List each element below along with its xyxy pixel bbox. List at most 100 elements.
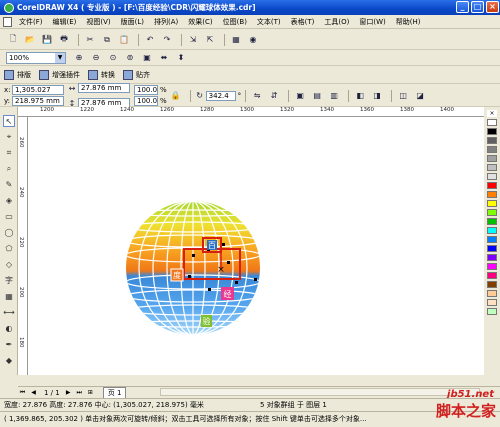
close-button[interactable]: × <box>486 1 499 13</box>
enhance-plugin-button[interactable]: 增强插件 <box>39 70 80 80</box>
drawing-canvas[interactable]: × 百 度 经 验 <box>28 117 484 375</box>
menu-edit[interactable]: 编辑(E) <box>48 17 82 27</box>
eyedropper-tool-icon[interactable]: ✒ <box>3 339 15 351</box>
color-swatch[interactable] <box>487 209 497 216</box>
new-icon[interactable]: 🗋 <box>6 33 20 47</box>
lock-ratio-icon[interactable]: 🔒 <box>169 89 183 103</box>
interactive-blend-tool-icon[interactable]: ◐ <box>3 323 15 335</box>
first-page-icon[interactable]: ⏮ <box>18 388 27 397</box>
zoom-select[interactable]: 100% ▼ <box>6 51 66 64</box>
import-icon[interactable]: ⇲ <box>186 33 200 47</box>
text-tool-icon[interactable]: 字 <box>3 275 15 287</box>
copy-icon[interactable]: ⧉ <box>100 33 114 47</box>
color-swatch[interactable] <box>487 155 497 162</box>
color-swatch[interactable] <box>487 299 497 306</box>
minimize-button[interactable]: _ <box>456 1 469 13</box>
ungroup-icon[interactable]: ▤ <box>310 89 324 103</box>
color-swatch[interactable] <box>487 173 497 180</box>
undo-icon[interactable]: ↶ <box>143 33 157 47</box>
menu-arrange[interactable]: 排列(A) <box>149 17 183 27</box>
freehand-tool-icon[interactable]: ✎ <box>3 179 15 191</box>
add-page-icon[interactable]: ⊞ <box>86 388 95 397</box>
convert-plugin-button[interactable]: 转换 <box>88 70 115 80</box>
menu-effects[interactable]: 效果(C) <box>183 17 217 27</box>
menu-text[interactable]: 文本(T) <box>252 17 286 27</box>
restore-button[interactable]: □ <box>471 1 484 13</box>
polygon-tool-icon[interactable]: ⬠ <box>3 243 15 255</box>
menu-window[interactable]: 窗口(W) <box>354 17 390 27</box>
menu-view[interactable]: 视图(V) <box>81 17 115 27</box>
document-icon[interactable] <box>3 17 12 27</box>
color-swatch[interactable] <box>487 236 497 243</box>
layout-plugin-button[interactable]: 排版 <box>4 70 31 80</box>
basic-shapes-tool-icon[interactable]: ◇ <box>3 259 15 271</box>
corel-online-icon[interactable]: ◉ <box>246 33 260 47</box>
menu-table[interactable]: 表格(T) <box>286 17 320 27</box>
color-swatch[interactable] <box>487 191 497 198</box>
ungroup-all-icon[interactable]: ▥ <box>327 89 341 103</box>
open-icon[interactable]: 📂 <box>23 33 37 47</box>
zoom-width-icon[interactable]: ⬌ <box>157 51 171 65</box>
zoom-height-icon[interactable]: ⬍ <box>174 51 188 65</box>
center-mark[interactable]: × <box>217 265 225 275</box>
color-swatch[interactable] <box>487 281 497 288</box>
color-swatch[interactable] <box>487 218 497 225</box>
smart-fill-tool-icon[interactable]: ◈ <box>3 195 15 207</box>
zoom-selected-icon[interactable]: ⊙ <box>106 51 120 65</box>
rectangle-tool-icon[interactable]: ▭ <box>3 211 15 223</box>
last-page-icon[interactable]: ⏭ <box>75 388 84 397</box>
cut-icon[interactable]: ✂ <box>83 33 97 47</box>
color-swatch[interactable] <box>487 227 497 234</box>
combine-icon[interactable]: ◧ <box>353 89 367 103</box>
ellipse-tool-icon[interactable]: ◯ <box>3 227 15 239</box>
snap-plugin-button[interactable]: 贴齐 <box>123 70 150 80</box>
color-swatch[interactable] <box>487 263 497 270</box>
print-icon[interactable]: 🖶 <box>57 33 71 47</box>
next-page-icon[interactable]: ▶ <box>64 388 73 397</box>
export-icon[interactable]: ⇱ <box>203 33 217 47</box>
weld-icon[interactable]: ◫ <box>396 89 410 103</box>
pick-tool-icon[interactable]: ↖ <box>3 115 15 127</box>
break-apart-icon[interactable]: ◨ <box>370 89 384 103</box>
width-field[interactable]: 27.876 mm <box>78 83 130 93</box>
trim-icon[interactable]: ◪ <box>413 89 427 103</box>
redo-icon[interactable]: ↷ <box>160 33 174 47</box>
fill-tool-icon[interactable]: ◆ <box>3 355 15 367</box>
color-swatch[interactable] <box>487 200 497 207</box>
table-tool-icon[interactable]: ▦ <box>3 291 15 303</box>
y-position-field[interactable]: 218.975 mm <box>12 96 64 106</box>
color-swatch[interactable] <box>487 164 497 171</box>
color-swatch[interactable] <box>487 137 497 144</box>
color-swatch[interactable] <box>487 245 497 252</box>
no-color-swatch[interactable]: × <box>487 110 497 117</box>
scale-x-field[interactable]: 100.0 <box>134 85 158 95</box>
mirror-horizontal-icon[interactable]: ⇋ <box>250 89 264 103</box>
save-icon[interactable]: 💾 <box>40 33 54 47</box>
menu-file[interactable]: 文件(F) <box>14 17 48 27</box>
crop-tool-icon[interactable]: ⌗ <box>3 147 15 159</box>
menu-help[interactable]: 帮助(H) <box>391 17 426 27</box>
zoom-page-icon[interactable]: ▣ <box>140 51 154 65</box>
prev-page-icon[interactable]: ◀ <box>29 388 38 397</box>
sphere-artwork[interactable]: × 百 度 经 验 <box>28 117 484 375</box>
color-swatch[interactable] <box>487 308 497 315</box>
paste-icon[interactable]: 📋 <box>117 33 131 47</box>
color-swatch[interactable] <box>487 182 497 189</box>
zoom-out-icon[interactable]: ⊖ <box>89 51 103 65</box>
rotation-field[interactable]: 342.4 <box>205 90 236 101</box>
dimension-tool-icon[interactable]: ⟷ <box>3 307 15 319</box>
color-swatch[interactable] <box>487 119 497 126</box>
zoom-all-icon[interactable]: ⊚ <box>123 51 137 65</box>
zoom-in-icon[interactable]: ⊕ <box>72 51 86 65</box>
app-launcher-icon[interactable]: ▦ <box>229 33 243 47</box>
horizontal-scrollbar[interactable] <box>160 388 480 396</box>
color-swatch[interactable] <box>487 254 497 261</box>
menu-tools[interactable]: 工具(O) <box>319 17 354 27</box>
page-tab[interactable]: 页 1 <box>102 386 127 399</box>
chevron-down-icon[interactable]: ▼ <box>55 52 65 63</box>
mirror-vertical-icon[interactable]: ⇵ <box>267 89 281 103</box>
x-position-field[interactable]: 1,305.027 mm <box>12 85 64 102</box>
color-swatch[interactable] <box>487 146 497 153</box>
color-swatch[interactable] <box>487 128 497 135</box>
group-icon[interactable]: ▣ <box>293 89 307 103</box>
